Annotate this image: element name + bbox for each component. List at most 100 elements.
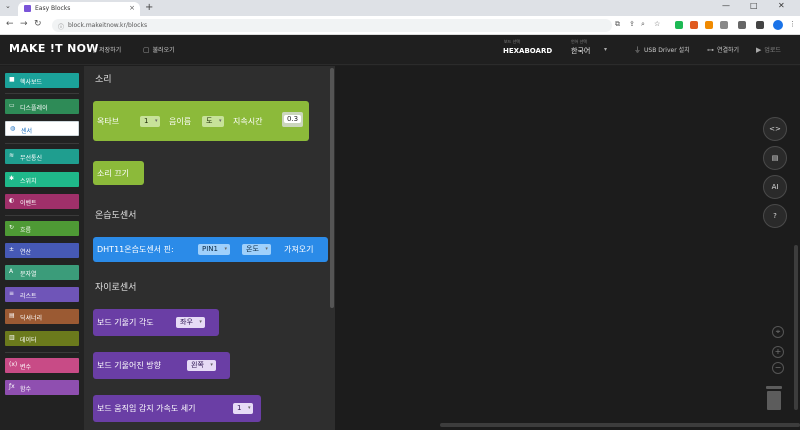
category-item[interactable]: ▥ 데이터 (5, 331, 79, 346)
folder-icon: ▢ (143, 46, 150, 54)
category-item[interactable]: ◍ 센서 (5, 121, 79, 136)
tilt-angle-block[interactable]: 보드 기울기 각도 좌우 ▾ (93, 309, 219, 336)
bookmark-star-icon[interactable]: ☆ (654, 20, 660, 28)
recenter-button[interactable]: ⌖ (772, 326, 784, 338)
address-bar-row: ← → ↻ ⓘ block.makeitnow.kr/blocks ⧉ ⇪ ⌕ … (0, 16, 800, 35)
category-item[interactable]: ↻ 흐름 (5, 221, 79, 236)
category-item[interactable]: ■ 헥사보드 (5, 73, 79, 88)
category-label: 디스플레이 (20, 105, 48, 112)
share-icon[interactable]: ⇪ (629, 20, 635, 28)
category-icon: ≋ (9, 152, 15, 159)
extension-4-icon[interactable] (720, 21, 728, 29)
category-item[interactable]: ± 연산 (5, 243, 79, 258)
maximize-button[interactable]: □ (750, 1, 758, 10)
close-window-button[interactable]: ✕ (778, 1, 785, 10)
category-icon: ◐ (9, 197, 15, 204)
category-label: 딕셔너리 (20, 315, 43, 322)
category-divider (5, 93, 79, 94)
ai-button[interactable]: AI (763, 175, 787, 199)
block-workspace[interactable] (335, 66, 800, 430)
open-label: 불러오기 (152, 47, 175, 54)
category-item[interactable]: ◐ 이벤트 (5, 194, 79, 209)
app-logo[interactable]: MAKE !T NOW (9, 42, 99, 55)
extension-2-icon[interactable] (690, 21, 698, 29)
motion-detect-block[interactable]: 보드 움직임 감지 가속도 세기 1 ▾ (93, 395, 261, 422)
connect-button[interactable]: ⊶ 연결하기 (707, 45, 739, 54)
site-info-icon[interactable]: ⓘ (58, 22, 64, 31)
axis-dropdown[interactable]: 좌우 ▾ (176, 317, 205, 328)
board-selector[interactable]: 보드 선택 HEXABOARD (498, 38, 554, 62)
usb-label: USB Driver 설치 (644, 47, 690, 54)
category-icon: ↻ (9, 224, 15, 231)
back-arrow-icon[interactable]: ← (6, 19, 14, 29)
octave-dropdown[interactable]: 1 ▾ (140, 116, 161, 127)
tilt-direction-block[interactable]: 보드 기울어진 방향 왼쪽 ▾ (93, 352, 230, 379)
new-tab-button[interactable]: + (145, 2, 153, 13)
language-selector[interactable]: 언어 선택 한국어 ▾ (568, 38, 618, 62)
open-button[interactable]: ▢ 불러오기 (143, 45, 175, 54)
ai-icon: AI (771, 183, 779, 191)
category-item[interactable]: ≋ 무선통신 (5, 149, 79, 164)
category-label: 무선통신 (20, 155, 43, 162)
category-icon: ◍ (10, 125, 16, 132)
zoom-in-button[interactable]: + (772, 346, 784, 358)
direction-dropdown[interactable]: 왼쪽 ▾ (187, 360, 216, 371)
category-icon: ✱ (9, 175, 15, 182)
dht11-read-block[interactable]: DHT11온습도센서 핀: PIN1 ▾ 온도 ▾ 가져오기 (93, 237, 328, 262)
pin-dropdown[interactable]: PIN1 ▾ (198, 244, 230, 255)
dht11-suffix: 가져오기 (284, 245, 314, 254)
level-value: 1 (237, 404, 242, 412)
workspace-vertical-scrollbar[interactable] (794, 245, 798, 410)
extension-1-icon[interactable] (675, 21, 683, 29)
flyout-scrollbar[interactable] (330, 68, 334, 308)
category-item[interactable]: ▭ 디스플레이 (5, 99, 79, 114)
category-icon: ▭ (9, 102, 15, 109)
category-label: 연산 (20, 249, 32, 256)
stop-sound-block[interactable]: 소리 끄기 (93, 161, 144, 185)
minimize-button[interactable]: — (722, 1, 730, 10)
browser-tab[interactable]: Easy Blocks × (18, 2, 140, 16)
category-label: 센서 (21, 128, 33, 135)
profile-avatar[interactable] (773, 20, 783, 30)
help-button[interactable]: ? (763, 204, 787, 228)
console-button[interactable]: ▤ (763, 146, 787, 170)
zoom-out-button[interactable]: − (772, 362, 784, 374)
category-label: 데이터 (20, 337, 37, 344)
extension-3-icon[interactable] (705, 21, 713, 29)
browser-menu-icon[interactable]: ⋮ (789, 20, 796, 28)
category-item[interactable]: A 문자열 (5, 265, 79, 280)
address-input[interactable]: ⓘ block.makeitnow.kr/blocks (52, 19, 612, 32)
category-item[interactable]: (x) 변수 (5, 358, 79, 373)
tone-block[interactable]: 옥타브 1 ▾ 음이름 도 ▾ 지속시간 0.3 (93, 101, 309, 141)
install-app-icon[interactable]: ⧉ (615, 20, 620, 29)
forward-arrow-icon[interactable]: → (20, 19, 28, 29)
chevron-down-icon: ▾ (210, 362, 213, 368)
tab-list-chevron-icon[interactable]: ⌄ (5, 2, 11, 10)
tone-middle: 음이름 (169, 117, 192, 126)
section-label-dht: 온습도센서 (95, 211, 137, 221)
upload-button[interactable]: ▶ 업로드 (756, 45, 781, 54)
category-item[interactable]: ▤ 딕셔너리 (5, 309, 79, 324)
extensions-puzzle-icon[interactable] (738, 21, 746, 29)
stop-sound-label: 소리 끄기 (97, 169, 129, 178)
trash-can-icon[interactable] (766, 386, 782, 410)
measure-dropdown[interactable]: 온도 ▾ (242, 244, 271, 255)
usb-icon: ⏚ (634, 46, 641, 54)
usb-driver-button[interactable]: ⏚ USB Driver 설치 (634, 45, 690, 55)
tone-prefix: 옥타브 (97, 117, 120, 126)
block-flyout: 소리 옥타브 1 ▾ 음이름 도 ▾ 지속시간 0.3 소리 끄기 온습도센서 DH… (84, 66, 335, 430)
code-view-button[interactable]: <> (763, 117, 787, 141)
category-item[interactable]: ≡ 리스트 (5, 287, 79, 302)
note-dropdown[interactable]: 도 ▾ (202, 116, 225, 127)
plus-icon: + (774, 347, 782, 356)
tab-close-icon[interactable]: × (129, 4, 135, 12)
side-panel-icon[interactable] (756, 21, 764, 29)
zoom-icon[interactable]: ⌕ (641, 20, 645, 29)
workspace-horizontal-scrollbar[interactable] (440, 423, 800, 427)
category-item[interactable]: ƒx 함수 (5, 380, 79, 395)
save-button[interactable]: ⤓ 저장하기 (93, 45, 121, 55)
duration-input[interactable]: 0.3 (282, 112, 304, 127)
reload-icon[interactable]: ↻ (34, 19, 42, 29)
category-item[interactable]: ✱ 스위치 (5, 172, 79, 187)
level-dropdown[interactable]: 1 ▾ (233, 403, 254, 414)
